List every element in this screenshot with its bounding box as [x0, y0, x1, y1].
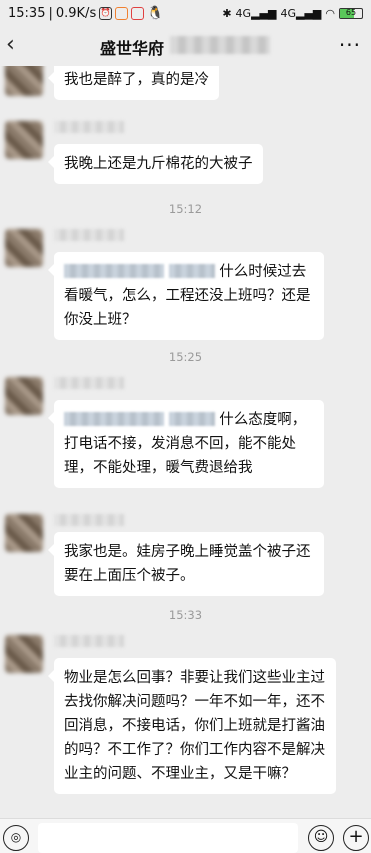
battery-icon: 65	[339, 7, 363, 19]
message-bubble[interactable]: 什么时候过去看暖气，怎么，工程还没上班吗？还是你没上班？	[48, 252, 324, 340]
avatar[interactable]	[5, 514, 43, 552]
timestamp: 15:25	[168, 350, 203, 364]
avatar[interactable]	[5, 377, 43, 415]
signal-icon-1: 4G▂▄▆	[235, 6, 277, 20]
bluetooth-icon: ✱	[222, 6, 232, 20]
status-time: 15:35	[8, 5, 46, 21]
mention-redacted	[168, 412, 215, 426]
plus-icon[interactable]: +	[343, 825, 369, 851]
sender-name-redacted	[54, 377, 124, 389]
avatar[interactable]	[5, 121, 43, 159]
message-bubble[interactable]: 我家也是。娃房子晚上睡觉盖个被子还要在上面压个被子。	[48, 532, 324, 596]
message-bubble[interactable]: 物业是怎么回事？非要让我们这些业主过去找你解决问题吗？一年不如一年，还不回消息，…	[48, 658, 336, 794]
avatar[interactable]	[5, 229, 43, 267]
chat-title: 盛世华府	[100, 39, 165, 58]
status-separator: |	[48, 5, 53, 21]
chat-header: ‹ 盛世华府 ···	[0, 26, 371, 66]
input-bar: ◎ ☺ +	[0, 818, 371, 853]
wifi-icon: ◠	[325, 6, 335, 20]
status-bar: 15:35 | 0.9K/s ⏰ 🐧 ✱ 4G▂▄▆ 4G▂▄▆ ◠ 65	[0, 0, 371, 26]
signal-icon-2: 4G▂▄▆	[280, 6, 322, 20]
title-redacted	[170, 36, 270, 54]
message-list[interactable]: 我也是醉了，真的是冷 我晚上还是九斤棉花的大被子 15:12 什么时候过去看暖气…	[0, 66, 371, 818]
voice-icon[interactable]: ◎	[3, 825, 29, 851]
sender-name-redacted	[54, 635, 124, 647]
avatar[interactable]	[5, 66, 43, 96]
timestamp: 15:33	[168, 608, 203, 622]
message-bubble[interactable]: 我也是醉了，真的是冷	[48, 66, 219, 100]
sender-name-redacted	[54, 229, 124, 241]
sender-name-redacted	[54, 121, 124, 133]
message-bubble[interactable]: 我晚上还是九斤棉花的大被子	[48, 144, 263, 184]
network-speed: 0.9K/s	[55, 5, 97, 21]
app-notification-icon	[115, 6, 129, 20]
app-notification-icon-2	[131, 6, 145, 20]
message-bubble[interactable]: 什么态度啊，打电话不接，发消息不回，能不能处理，不能处理，暖气费退给我	[48, 400, 324, 488]
alarm-icon: ⏰	[99, 6, 113, 20]
qq-icon: 🐧	[147, 5, 164, 21]
emoji-icon[interactable]: ☺	[308, 825, 334, 851]
sender-name-redacted	[54, 514, 124, 526]
message-text: 什么时候	[219, 264, 278, 280]
mention-redacted	[64, 412, 164, 426]
timestamp: 15:12	[168, 202, 203, 216]
message-text: 什么态度	[219, 412, 278, 428]
back-icon[interactable]: ‹	[6, 32, 15, 57]
mention-redacted	[64, 264, 164, 278]
mention-redacted	[168, 264, 215, 278]
more-icon[interactable]: ···	[339, 33, 361, 57]
avatar[interactable]	[5, 635, 43, 673]
message-input[interactable]	[38, 823, 298, 853]
